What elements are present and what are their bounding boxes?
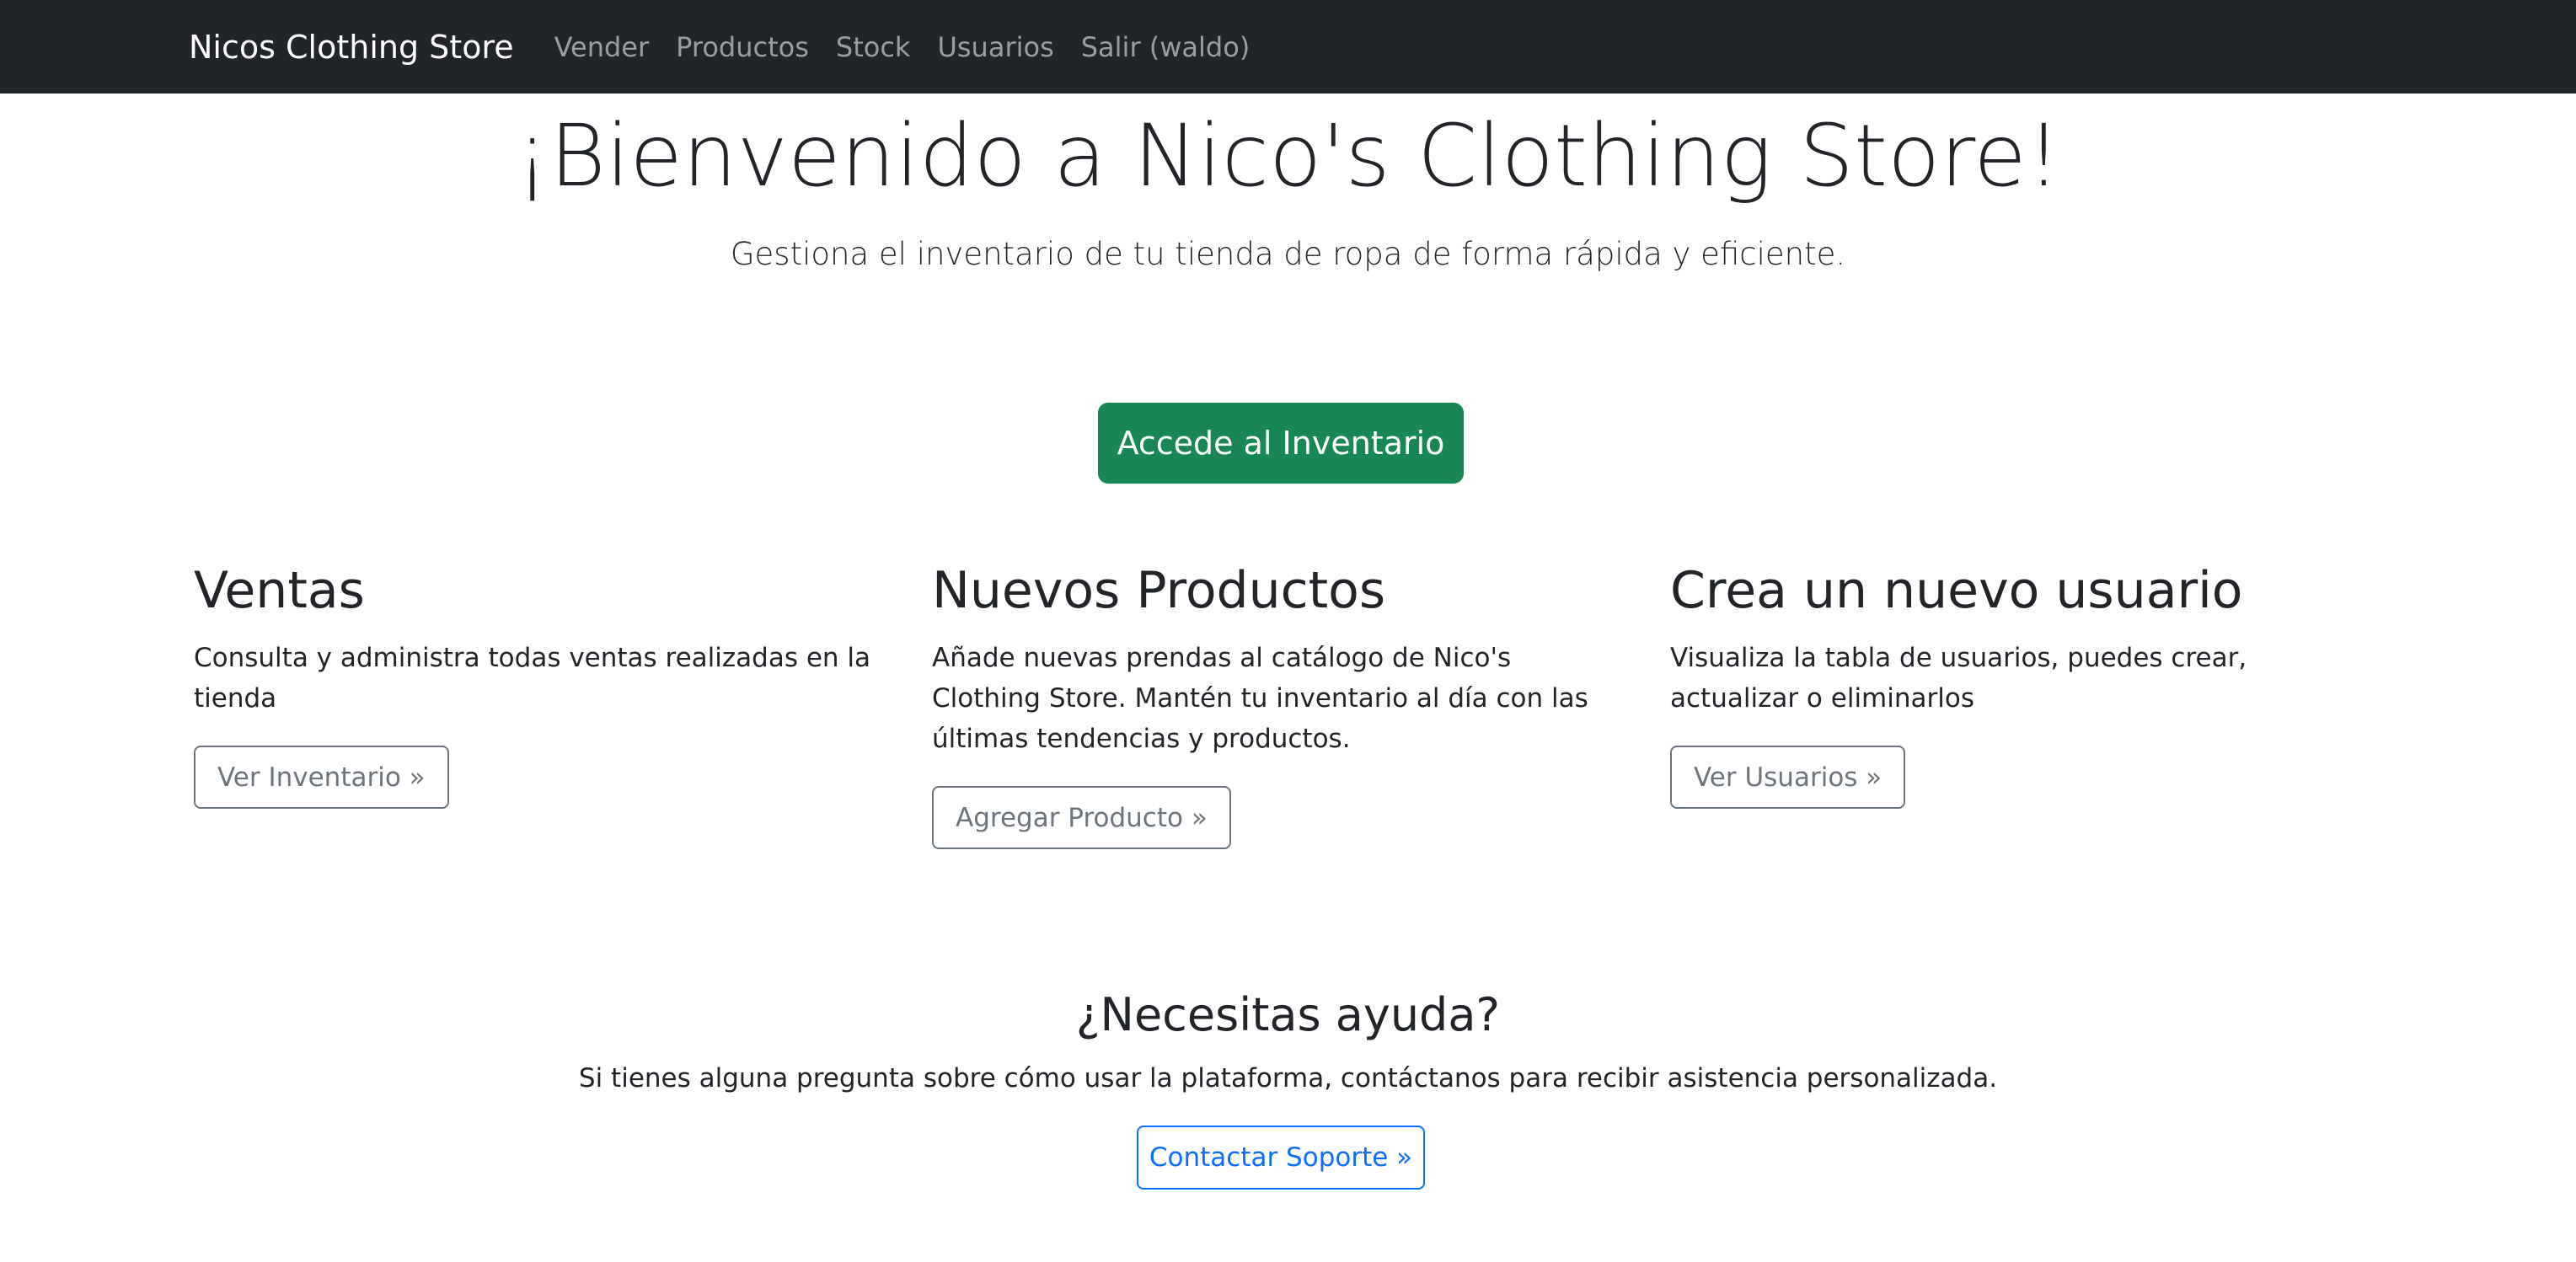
feature-title: Nuevos Productos	[932, 561, 1386, 620]
nav-link-stock[interactable]: Stock	[836, 31, 911, 63]
help-title: ¿Necesitas ayuda?	[1075, 988, 1501, 1041]
hero-title: ¡Bienvenido a Nico's Clothing Store!	[515, 106, 2061, 206]
nav-links: Vender Productos Stock Usuarios Salir (w…	[554, 31, 1277, 63]
nav-link-usuarios[interactable]: Usuarios	[937, 31, 1053, 63]
contact-support-button[interactable]: Contactar Soporte »	[1137, 1126, 1425, 1190]
feature-ventas: Ventas Consulta y administra todas venta…	[194, 560, 885, 809]
feature-text: Añade nuevas prendas al catálogo de Nico…	[932, 643, 1588, 754]
navbar: Nicos Clothing Store Vender Productos St…	[0, 0, 2576, 94]
feature-nuevos-productos: Nuevos Productos Añade nuevas prendas al…	[932, 560, 1623, 849]
hero-lead: Gestiona el inventario de tu tienda de r…	[730, 236, 1846, 272]
nav-link-vender[interactable]: Vender	[554, 31, 650, 63]
nav-link-productos[interactable]: Productos	[676, 31, 809, 63]
view-users-button[interactable]: Ver Usuarios »	[1670, 746, 1906, 809]
feature-title: Ventas	[194, 561, 365, 620]
view-inventory-button[interactable]: Ver Inventario »	[194, 746, 449, 809]
feature-title: Crea un nuevo usuario	[1670, 561, 2243, 620]
access-inventory-button[interactable]: Accede al Inventario	[1098, 403, 1464, 484]
feature-text: Visualiza la tabla de usuarios, puedes c…	[1670, 643, 2247, 714]
add-product-button[interactable]: Agregar Producto »	[932, 786, 1231, 849]
nav-link-salir[interactable]: Salir (waldo)	[1081, 31, 1251, 63]
feature-text: Consulta y administra todas ventas reali…	[194, 643, 871, 714]
feature-crear-usuario: Crea un nuevo usuario Visualiza la tabla…	[1670, 560, 2361, 809]
navbar-brand[interactable]: Nicos Clothing Store	[189, 29, 514, 66]
help-text: Si tienes alguna pregunta sobre cómo usa…	[578, 1063, 1998, 1094]
